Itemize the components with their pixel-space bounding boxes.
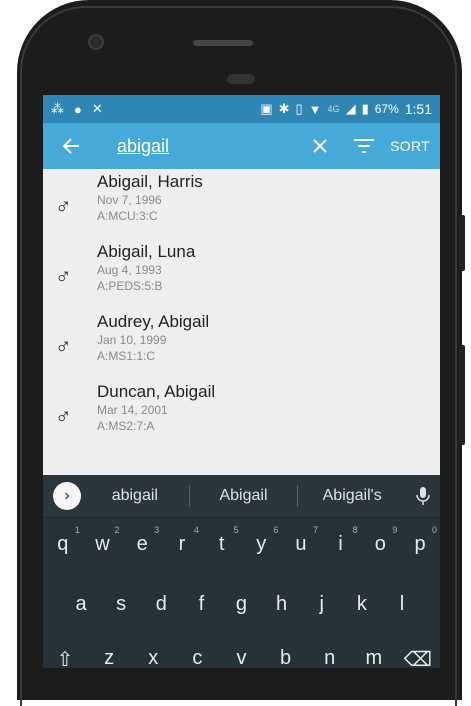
- key-x[interactable]: x: [138, 647, 168, 668]
- key-n[interactable]: n: [315, 647, 345, 668]
- dnd-icon: ✕: [91, 101, 103, 116]
- key-f[interactable]: f: [186, 593, 216, 616]
- suggestion-strip: › abigail Abigail Abigail's: [43, 475, 440, 518]
- power-button: [459, 215, 465, 271]
- clock: 1:51: [404, 101, 432, 117]
- patient-dob: Mar 14, 2001: [97, 403, 168, 417]
- key-row-1: q1 w2 e3 r4 t5 y6 u7 i8 o9 p0: [43, 525, 440, 556]
- patient-row[interactable]: ♂ Audrey, Abigail Jan 10, 1999 A:MS1:1:C: [43, 309, 440, 379]
- microphone-icon: [416, 487, 430, 505]
- patient-dob: Aug 4, 1993: [97, 263, 162, 277]
- key-c[interactable]: c: [182, 647, 212, 668]
- key-d[interactable]: d: [146, 593, 176, 616]
- close-icon: [313, 139, 327, 153]
- volume-button: [459, 345, 465, 445]
- patient-name: Duncan, Abigail: [97, 382, 216, 401]
- male-icon: ♂: [55, 333, 72, 358]
- key-row-2: a s d f g h j k l: [43, 593, 440, 616]
- filter-icon: [354, 139, 375, 153]
- key-u[interactable]: u7: [286, 525, 318, 556]
- key-l[interactable]: l: [387, 593, 417, 616]
- key-m[interactable]: m: [359, 647, 389, 668]
- male-icon: ♂: [55, 193, 72, 218]
- android-icon: ●: [74, 101, 82, 117]
- soft-keyboard: › abigail Abigail Abigail's q1 w2 e3 r4 …: [43, 475, 440, 668]
- backspace-key[interactable]: ⌫: [403, 647, 433, 668]
- key-t[interactable]: t5: [207, 525, 239, 556]
- key-b[interactable]: b: [271, 647, 301, 668]
- wifi-icon: ▼: [308, 101, 322, 117]
- back-button[interactable]: [53, 128, 89, 164]
- key-s[interactable]: s: [106, 593, 136, 616]
- key-o[interactable]: o9: [365, 525, 398, 556]
- male-icon: ♂: [55, 403, 72, 428]
- patient-row[interactable]: ♂ Abigail, Luna Aug 4, 1993 A:PEDS:5:B: [43, 239, 440, 309]
- arrow-left-icon: [62, 138, 79, 154]
- key-k[interactable]: k: [347, 593, 377, 616]
- speaker-grille: [193, 40, 253, 46]
- patient-name: Abigail, Harris: [97, 172, 203, 191]
- patient-name: Abigail, Luna: [97, 242, 196, 261]
- key-row-3: ⇧ z x c v b n m ⌫: [43, 647, 440, 668]
- key-r[interactable]: r4: [167, 525, 199, 556]
- male-icon: ♂: [55, 263, 72, 288]
- patient-name: Audrey, Abigail: [97, 312, 210, 331]
- screen: ⁂ ● ✕ ▣ ✱ ▯ ▼ 4G ◢ ▮ 67% 1:51 abigail SO…: [43, 95, 440, 668]
- cast-icon: ▣: [260, 101, 273, 116]
- patient-list: ♂ Abigail, Harris Nov 7, 1996 A:MCU:3:C …: [43, 169, 440, 449]
- filter-button[interactable]: [346, 130, 382, 162]
- clear-search-button[interactable]: [304, 130, 336, 162]
- key-j[interactable]: j: [307, 593, 337, 616]
- front-camera: [88, 34, 104, 50]
- battery-icon: ▮: [361, 101, 369, 116]
- suggestion[interactable]: abigail: [81, 487, 189, 505]
- vibrate-icon: ▯: [295, 101, 303, 116]
- sort-button[interactable]: SORT: [390, 138, 430, 154]
- bluetooth-icon: ✱: [278, 101, 290, 116]
- key-h[interactable]: h: [267, 593, 297, 616]
- earpiece: [227, 74, 255, 84]
- search-input[interactable]: abigail: [117, 136, 237, 157]
- patient-location: A:MCU:3:C: [97, 209, 158, 223]
- status-bar: ⁂ ● ✕ ▣ ✱ ▯ ▼ 4G ◢ ▮ 67% 1:51: [43, 95, 440, 123]
- key-q[interactable]: q1: [48, 525, 80, 556]
- suggestion[interactable]: Abigail's: [298, 487, 406, 505]
- key-z[interactable]: z: [94, 647, 124, 668]
- patient-row[interactable]: ♂ Duncan, Abigail Mar 14, 2001 A:MS2:7:A: [43, 379, 440, 449]
- key-a[interactable]: a: [66, 593, 96, 616]
- notification-icon: ⁂: [51, 101, 64, 116]
- search-toolbar: abigail SORT: [43, 123, 440, 169]
- key-i[interactable]: i8: [326, 525, 357, 556]
- expand-suggestions-button[interactable]: ›: [53, 482, 81, 510]
- key-w[interactable]: w2: [88, 525, 119, 556]
- network-label: 4G: [327, 104, 340, 114]
- mic-button[interactable]: [406, 486, 440, 506]
- patient-dob: Jan 10, 1999: [97, 333, 167, 347]
- signal-icon: ◢: [345, 101, 356, 116]
- key-g[interactable]: g: [226, 593, 256, 616]
- patient-dob: Nov 7, 1996: [97, 193, 162, 207]
- key-p[interactable]: p0: [405, 525, 437, 556]
- key-e[interactable]: e3: [127, 525, 160, 556]
- key-y[interactable]: y6: [246, 525, 278, 556]
- patient-location: A:PEDS:5:B: [97, 279, 163, 293]
- shift-key[interactable]: ⇧: [50, 647, 80, 668]
- patient-location: A:MS1:1:C: [97, 349, 156, 363]
- patient-location: A:MS2:7:A: [97, 419, 155, 433]
- battery-percent: 67%: [374, 102, 399, 116]
- key-v[interactable]: v: [226, 647, 256, 668]
- patient-row[interactable]: ♂ Abigail, Harris Nov 7, 1996 A:MCU:3:C: [43, 169, 440, 239]
- suggestion[interactable]: Abigail: [190, 487, 298, 505]
